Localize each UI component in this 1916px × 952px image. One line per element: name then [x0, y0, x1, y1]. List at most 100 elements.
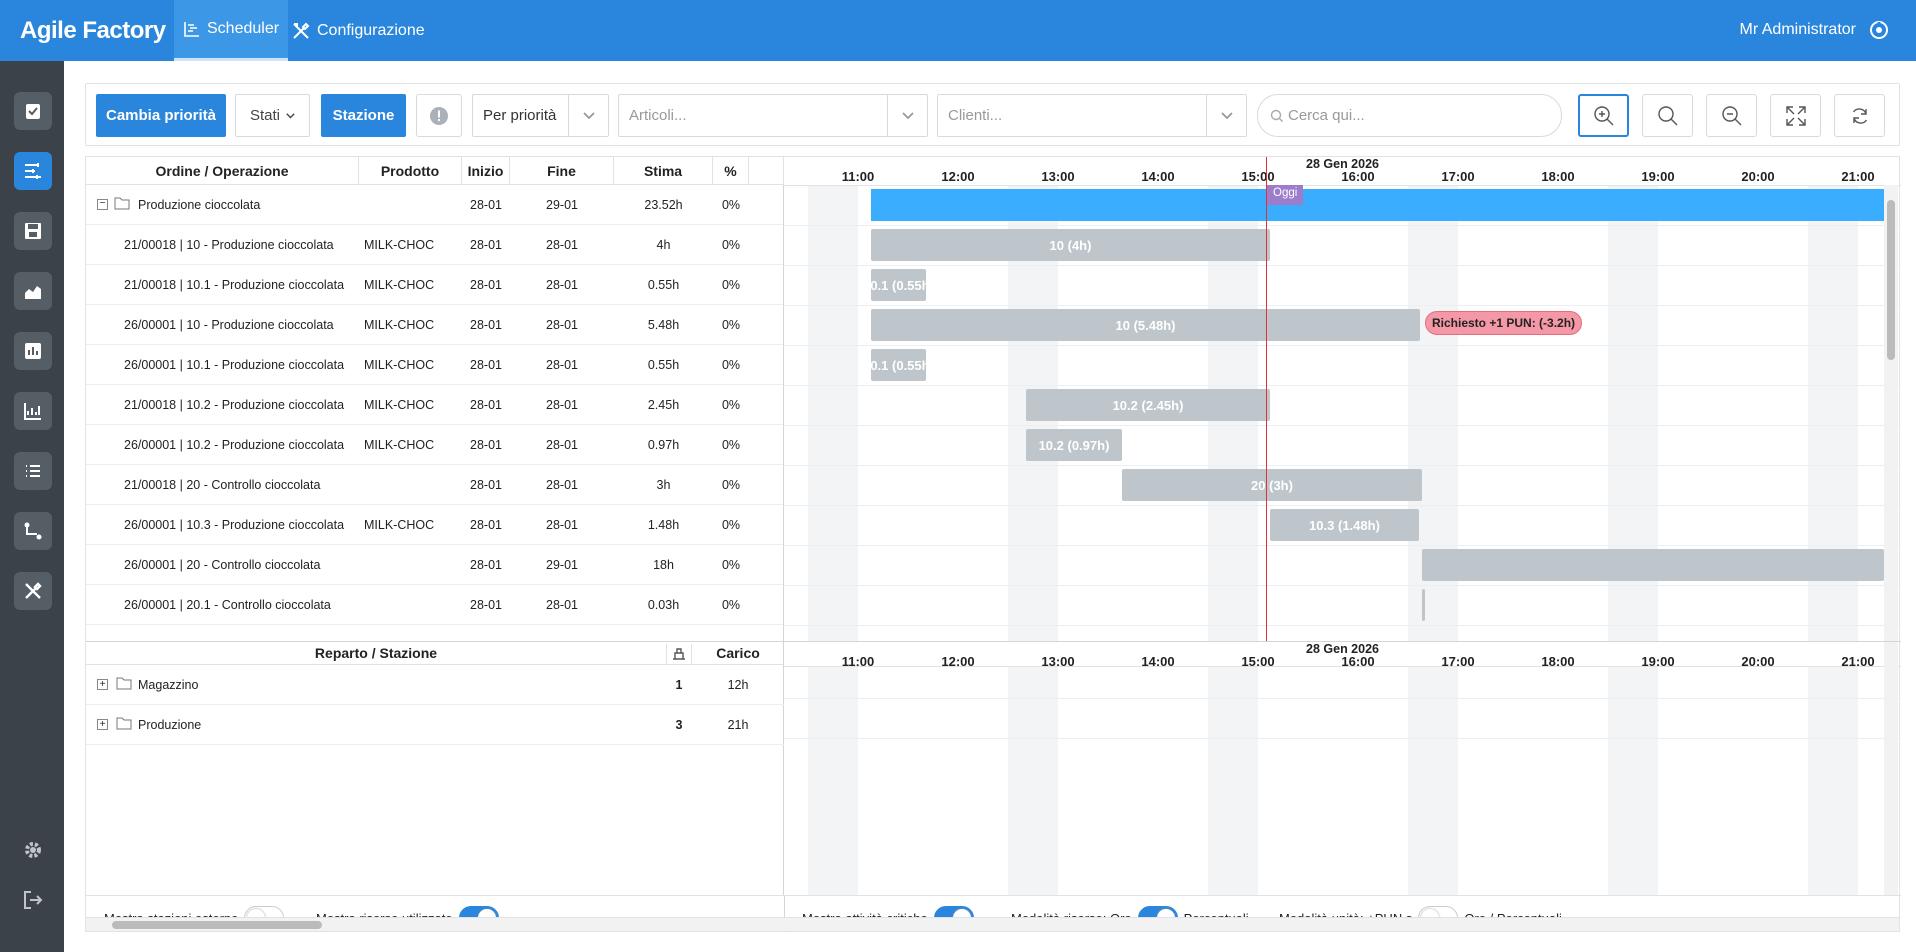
gantt-bar[interactable]: 10.2 (2.45h) [1026, 389, 1270, 421]
chevron-down-icon [1220, 111, 1233, 119]
gantt-bottom-vertical-scrollbar[interactable] [1884, 642, 1898, 895]
gantt-bar[interactable]: 10.2 (0.97h) [1026, 429, 1122, 461]
sidebar-item-routing[interactable] [14, 512, 52, 550]
search-input[interactable]: Cerca qui... [1257, 94, 1562, 137]
table-row[interactable]: 21/00018 | 10.2 - Produzione cioccolata M… [86, 385, 783, 425]
station-button[interactable]: Stazione [321, 94, 406, 137]
gantt-row-line [784, 225, 1901, 226]
col-header-start[interactable]: Inizio [462, 157, 510, 185]
sidebar-item-line-chart[interactable] [14, 392, 52, 430]
station-row[interactable]: + Produzione 3 21h [86, 705, 784, 745]
collapse-icon[interactable]: − [97, 199, 108, 210]
gantt-row-line [784, 425, 1901, 426]
order-estimate: 4h [656, 238, 671, 252]
sidebar-item-area-chart[interactable] [14, 272, 52, 310]
gantt-bar[interactable]: 20 (3h) [1122, 469, 1422, 501]
expand-icon[interactable]: + [97, 679, 108, 690]
resource-warning-badge[interactable]: Richiesto +1 PUN: (-3.2h) [1425, 311, 1583, 335]
sort-select-caret [568, 95, 608, 136]
change-priority-button[interactable]: Cambia priorità [96, 94, 226, 137]
gantt-vertical-scrollbar[interactable] [1884, 185, 1898, 641]
sidebar-item-orders[interactable] [14, 92, 52, 130]
sidebar-item-tools[interactable] [14, 572, 52, 610]
zoom-in-button[interactable] [1578, 94, 1629, 137]
off-hours-band [1008, 666, 1058, 895]
gantt-bar[interactable] [1422, 549, 1884, 581]
zoom-out-icon [1721, 105, 1741, 125]
table-row[interactable]: 26/00001 | 20.1 - Controllo cioccolata 28… [86, 585, 783, 625]
order-estimate: 0.55h [647, 278, 680, 292]
order-product: MILK-CHOC [364, 278, 435, 292]
horizontal-scroll-thumb[interactable] [112, 921, 322, 929]
sidebar-item-scheduler[interactable] [14, 152, 52, 190]
gantt-bar[interactable] [871, 189, 1884, 221]
sort-select[interactable]: Per priorità [472, 94, 609, 137]
tools-icon [293, 22, 310, 39]
col-header-load[interactable]: Carico [692, 645, 784, 661]
order-estimate: 5.48h [647, 318, 680, 332]
orders-table-body: − Produzione cioccolata 28-01 29-01 23.52h 0%… [86, 185, 784, 641]
table-row[interactable]: 26/00001 | 10.1 - Produzione cioccolata M… [86, 345, 783, 385]
tab-configurazione[interactable]: Configurazione [282, 0, 434, 61]
col-header-end[interactable]: Fine [510, 157, 614, 185]
station-name: Magazzino [138, 678, 199, 692]
gantt-row-line [784, 345, 1901, 346]
gantt-bar[interactable]: 10.3 (1.48h) [1270, 509, 1419, 541]
zoom-out-button[interactable] [1706, 94, 1757, 137]
scheduler-icon [184, 22, 199, 37]
order-product: MILK-CHOC [364, 438, 435, 452]
sidebar-item-settings[interactable] [20, 837, 46, 863]
table-row[interactable]: 26/00001 | 10 - Produzione cioccolata MIL… [86, 305, 783, 345]
col-header-resources[interactable] [666, 644, 692, 664]
table-row[interactable]: 26/00001 | 20 - Controllo cioccolata 28-0… [86, 545, 783, 585]
station-row[interactable]: + Magazzino 1 12h [86, 665, 784, 705]
user-menu-icon[interactable] [1868, 19, 1890, 41]
stations-header: Reparto / Stazione Carico [86, 641, 784, 665]
table-row[interactable]: 21/00018 | 20 - Controllo cioccolata 28-0… [86, 465, 783, 505]
col-header-product[interactable]: Prodotto [359, 157, 462, 185]
gantt-bar[interactable]: 10.1 (0.55h) [871, 269, 926, 301]
gantt-bar[interactable]: 10.1 (0.55h) [871, 349, 926, 381]
sidebar-item-save[interactable] [14, 212, 52, 250]
sidebar-item-logout[interactable] [20, 887, 46, 913]
table-row[interactable]: 26/00001 | 10.2 - Produzione cioccolata M… [86, 425, 783, 465]
states-dropdown[interactable]: Stati [235, 94, 310, 137]
gantt-row-line [784, 385, 1901, 386]
sidebar-item-list[interactable] [14, 452, 52, 490]
col-header-pct[interactable]: % [713, 157, 749, 185]
toolbar: Cambia priorità Stati Stazione Per prior… [85, 83, 1900, 146]
order-pct: 0% [721, 358, 741, 372]
order-end: 29-01 [546, 558, 578, 572]
alerts-button[interactable] [416, 94, 462, 137]
gantt-bar[interactable]: 10 (4h) [871, 229, 1270, 261]
expand-icon[interactable]: + [97, 719, 108, 730]
sidebar-item-bar-chart[interactable] [14, 332, 52, 370]
today-tag: Oggi [1267, 185, 1304, 205]
table-row[interactable]: − Produzione cioccolata 28-01 29-01 23.52h 0% [86, 185, 783, 225]
gantt-bar[interactable]: 10 (5.48h) [871, 309, 1420, 341]
articles-select[interactable]: Articoli... [618, 94, 928, 137]
order-pct: 0% [721, 478, 741, 492]
clients-placeholder: Clienti... [948, 107, 1003, 124]
tab-scheduler[interactable]: Scheduler [174, 0, 289, 61]
gantt-bar[interactable] [1422, 589, 1425, 621]
table-row[interactable]: 21/00018 | 10.1 - Produzione cioccolata M… [86, 265, 783, 305]
table-row[interactable]: 21/00018 | 10 - Produzione cioccolata MIL… [86, 225, 783, 265]
refresh-button[interactable] [1834, 94, 1885, 137]
order-start: 28-01 [470, 318, 502, 332]
vertical-scroll-thumb[interactable] [1887, 200, 1895, 360]
table-row[interactable]: 26/00001 | 10.3 - Produzione cioccolata M… [86, 505, 783, 545]
hour-label: 16:00 [1341, 169, 1375, 184]
order-start: 28-01 [470, 238, 502, 252]
fullscreen-button[interactable] [1770, 94, 1821, 137]
clients-select[interactable]: Clienti... [937, 94, 1247, 137]
col-header-station[interactable]: Reparto / Stazione [86, 645, 666, 661]
col-header-estimate[interactable]: Stima [614, 157, 713, 185]
col-header-order[interactable]: Ordine / Operazione [86, 157, 359, 185]
col-header-spacer [749, 157, 784, 185]
user-name[interactable]: Mr Administrator [1740, 21, 1856, 39]
horizontal-scrollbar[interactable] [86, 917, 1899, 931]
zoom-reset-button[interactable] [1642, 94, 1693, 137]
order-name: 26/00001 | 20 - Controllo cioccolata [124, 558, 321, 572]
order-end: 28-01 [546, 478, 578, 492]
